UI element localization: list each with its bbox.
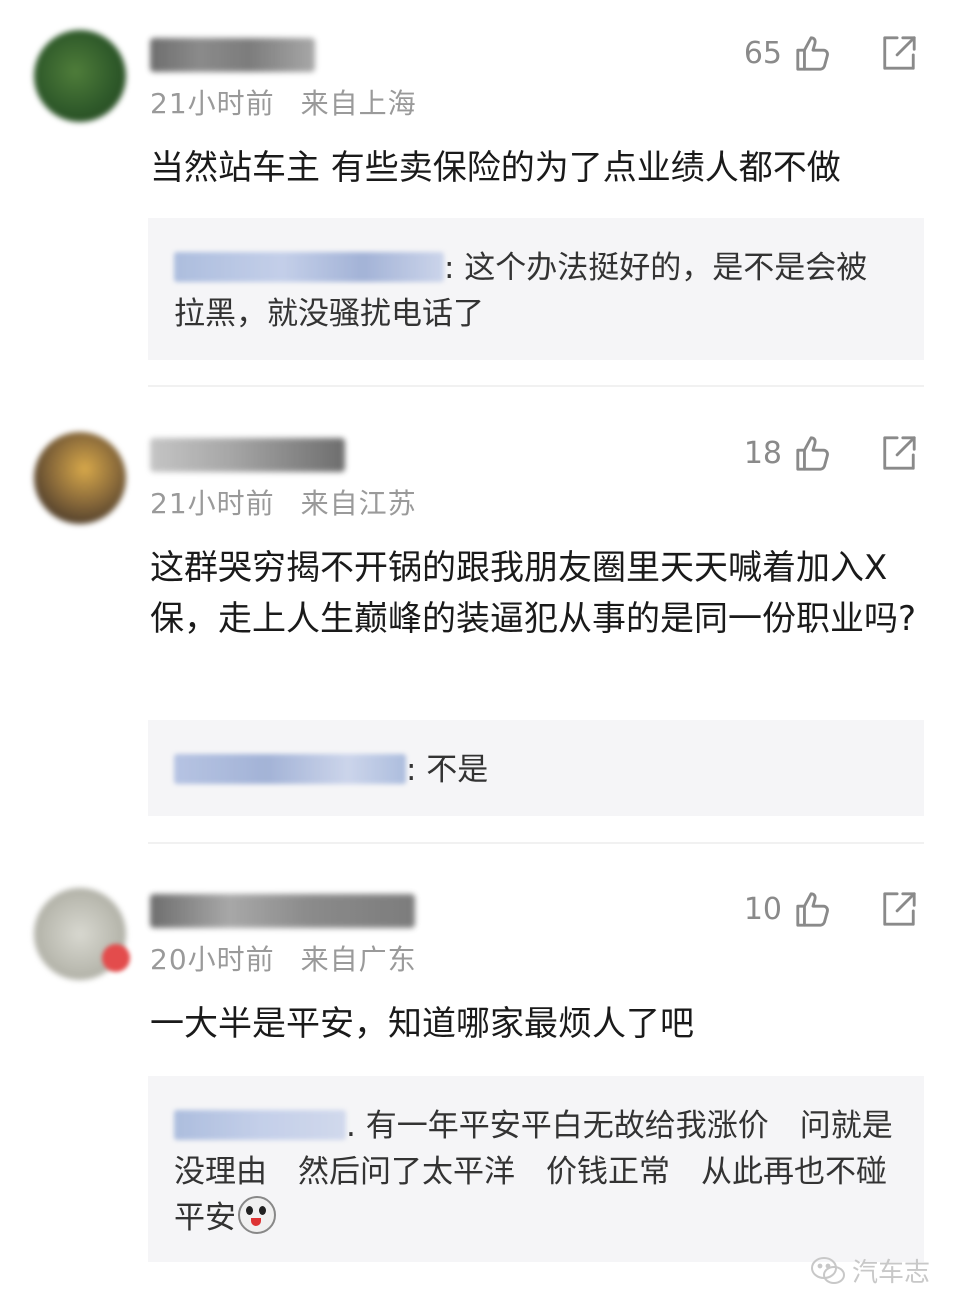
username-blurred[interactable] — [150, 38, 315, 72]
like-count: 10 — [743, 892, 782, 927]
comment-text: 一大半是平安，知道哪家最烦人了吧 — [150, 1004, 694, 1044]
watermark-text: 汽车志 — [851, 1258, 930, 1288]
comment-meta: 21小时前 来自上海 — [150, 82, 417, 122]
avatar-badge — [102, 944, 130, 972]
avatar[interactable] — [34, 30, 126, 122]
reply-text: : 不是 — [406, 752, 489, 788]
wechat-icon — [810, 1256, 845, 1284]
comment-location: 来自广东 — [300, 943, 417, 976]
reply-box[interactable]: : 这个办法挺好的，是不是会被拉黑，就没骚扰电话了 — [148, 218, 924, 360]
comment-text: 当然站车主 有些卖保险的为了点业绩人都不做 — [150, 148, 841, 188]
reply-box[interactable]: . 有一年平安平白无故给我涨价 问就是没理由 然后问了太平洋 价钱正常 从此再也… — [148, 1076, 924, 1262]
comment-time: 21小时前 — [150, 487, 275, 520]
share-icon[interactable] — [880, 34, 918, 72]
like-count: 65 — [743, 36, 782, 71]
comment-location: 来自上海 — [300, 87, 417, 120]
divider — [148, 842, 924, 844]
share-icon[interactable] — [880, 434, 918, 472]
comment-meta: 20小时前 来自广东 — [150, 938, 417, 978]
divider — [148, 385, 924, 387]
thumbs-up-icon[interactable] — [794, 434, 832, 472]
comment-text: 这群哭穷揭不开锅的跟我朋友圈里天天喊着加入X保，走上人生巅峰的装逼犯从事的是同一… — [150, 548, 917, 639]
comment-time: 20小时前 — [150, 943, 275, 976]
reply-username-blurred[interactable] — [174, 252, 444, 282]
reply-box[interactable]: : 不是 — [148, 720, 924, 816]
emoji-icon — [238, 1196, 276, 1234]
username-blurred[interactable] — [150, 438, 345, 472]
watermark: 汽车志 — [810, 1252, 930, 1289]
share-icon[interactable] — [880, 890, 918, 928]
reply-username-blurred[interactable] — [174, 1110, 346, 1140]
comment-meta: 21小时前 来自江苏 — [150, 482, 417, 522]
username-blurred[interactable] — [150, 894, 415, 928]
comment-time: 21小时前 — [150, 87, 275, 120]
thumbs-up-icon[interactable] — [794, 34, 832, 72]
thumbs-up-icon[interactable] — [794, 890, 832, 928]
like-count: 18 — [743, 436, 782, 471]
reply-username-blurred[interactable] — [174, 754, 406, 784]
avatar[interactable] — [34, 432, 126, 524]
comment-location: 来自江苏 — [300, 487, 417, 520]
